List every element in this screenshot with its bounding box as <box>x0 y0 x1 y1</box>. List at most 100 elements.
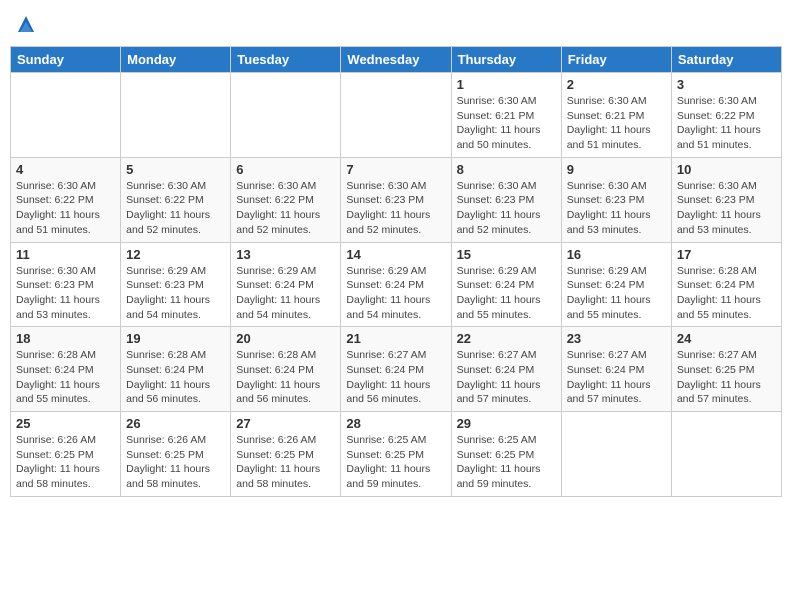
day-number: 7 <box>346 162 445 177</box>
calendar-cell: 6 Sunrise: 6:30 AMSunset: 6:22 PMDaylight… <box>231 157 341 242</box>
calendar-cell <box>671 412 781 497</box>
day-detail: Sunrise: 6:30 AMSunset: 6:23 PMDaylight:… <box>16 264 115 323</box>
day-number: 18 <box>16 331 115 346</box>
day-number: 20 <box>236 331 335 346</box>
calendar-cell <box>231 73 341 158</box>
week-row-4: 18 Sunrise: 6:28 AMSunset: 6:24 PMDayligh… <box>11 327 782 412</box>
day-detail: Sunrise: 6:30 AMSunset: 6:21 PMDaylight:… <box>457 94 556 153</box>
day-detail: Sunrise: 6:30 AMSunset: 6:23 PMDaylight:… <box>346 179 445 238</box>
day-number: 4 <box>16 162 115 177</box>
day-detail: Sunrise: 6:30 AMSunset: 6:23 PMDaylight:… <box>567 179 666 238</box>
day-detail: Sunrise: 6:30 AMSunset: 6:21 PMDaylight:… <box>567 94 666 153</box>
calendar-cell: 14 Sunrise: 6:29 AMSunset: 6:24 PMDayligh… <box>341 242 451 327</box>
calendar-cell: 21 Sunrise: 6:27 AMSunset: 6:24 PMDayligh… <box>341 327 451 412</box>
calendar-cell <box>561 412 671 497</box>
calendar-cell: 2Sunrise: 6:30 AMSunset: 6:21 PMDaylight… <box>561 73 671 158</box>
weekday-header-thursday: Thursday <box>451 47 561 73</box>
calendar-cell: 24 Sunrise: 6:27 AMSunset: 6:25 PMDayligh… <box>671 327 781 412</box>
day-detail: Sunrise: 6:27 AMSunset: 6:24 PMDaylight:… <box>457 348 556 407</box>
day-detail: Sunrise: 6:29 AMSunset: 6:23 PMDaylight:… <box>126 264 225 323</box>
day-number: 28 <box>346 416 445 431</box>
day-detail: Sunrise: 6:30 AMSunset: 6:22 PMDaylight:… <box>677 94 776 153</box>
day-number: 3 <box>677 77 776 92</box>
day-detail: Sunrise: 6:30 AMSunset: 6:22 PMDaylight:… <box>16 179 115 238</box>
day-detail: Sunrise: 6:29 AMSunset: 6:24 PMDaylight:… <box>346 264 445 323</box>
weekday-header-friday: Friday <box>561 47 671 73</box>
day-detail: Sunrise: 6:30 AMSunset: 6:22 PMDaylight:… <box>126 179 225 238</box>
day-detail: Sunrise: 6:30 AMSunset: 6:23 PMDaylight:… <box>457 179 556 238</box>
calendar-cell: 1Sunrise: 6:30 AMSunset: 6:21 PMDaylight… <box>451 73 561 158</box>
calendar-table: SundayMondayTuesdayWednesdayThursdayFrid… <box>10 46 782 497</box>
calendar-cell: 27 Sunrise: 6:26 AMSunset: 6:25 PMDayligh… <box>231 412 341 497</box>
day-number: 25 <box>16 416 115 431</box>
day-detail: Sunrise: 6:26 AMSunset: 6:25 PMDaylight:… <box>16 433 115 492</box>
day-detail: Sunrise: 6:30 AMSunset: 6:22 PMDaylight:… <box>236 179 335 238</box>
calendar-cell: 7 Sunrise: 6:30 AMSunset: 6:23 PMDaylight… <box>341 157 451 242</box>
calendar-cell: 12 Sunrise: 6:29 AMSunset: 6:23 PMDayligh… <box>121 242 231 327</box>
day-detail: Sunrise: 6:28 AMSunset: 6:24 PMDaylight:… <box>677 264 776 323</box>
day-number: 12 <box>126 247 225 262</box>
logo <box>10 10 40 38</box>
calendar-cell: 19 Sunrise: 6:28 AMSunset: 6:24 PMDayligh… <box>121 327 231 412</box>
week-row-2: 4 Sunrise: 6:30 AMSunset: 6:22 PMDaylight… <box>11 157 782 242</box>
calendar-cell: 4 Sunrise: 6:30 AMSunset: 6:22 PMDaylight… <box>11 157 121 242</box>
day-number: 17 <box>677 247 776 262</box>
day-number: 6 <box>236 162 335 177</box>
week-row-1: 1Sunrise: 6:30 AMSunset: 6:21 PMDaylight… <box>11 73 782 158</box>
calendar-cell: 3 Sunrise: 6:30 AMSunset: 6:22 PMDaylight… <box>671 73 781 158</box>
weekday-header-wednesday: Wednesday <box>341 47 451 73</box>
day-number: 24 <box>677 331 776 346</box>
calendar-cell: 23Sunrise: 6:27 AMSunset: 6:24 PMDayligh… <box>561 327 671 412</box>
day-detail: Sunrise: 6:28 AMSunset: 6:24 PMDaylight:… <box>236 348 335 407</box>
day-detail: Sunrise: 6:27 AMSunset: 6:24 PMDaylight:… <box>567 348 666 407</box>
calendar-cell: 20 Sunrise: 6:28 AMSunset: 6:24 PMDayligh… <box>231 327 341 412</box>
calendar-cell: 26 Sunrise: 6:26 AMSunset: 6:25 PMDayligh… <box>121 412 231 497</box>
day-detail: Sunrise: 6:28 AMSunset: 6:24 PMDaylight:… <box>16 348 115 407</box>
day-detail: Sunrise: 6:27 AMSunset: 6:24 PMDaylight:… <box>346 348 445 407</box>
day-number: 5 <box>126 162 225 177</box>
day-detail: Sunrise: 6:28 AMSunset: 6:24 PMDaylight:… <box>126 348 225 407</box>
day-number: 16 <box>567 247 666 262</box>
day-number: 14 <box>346 247 445 262</box>
day-detail: Sunrise: 6:25 AMSunset: 6:25 PMDaylight:… <box>457 433 556 492</box>
calendar-cell: 25 Sunrise: 6:26 AMSunset: 6:25 PMDayligh… <box>11 412 121 497</box>
day-number: 22 <box>457 331 556 346</box>
page-header <box>10 10 782 38</box>
day-detail: Sunrise: 6:26 AMSunset: 6:25 PMDaylight:… <box>236 433 335 492</box>
day-detail: Sunrise: 6:25 AMSunset: 6:25 PMDaylight:… <box>346 433 445 492</box>
day-number: 27 <box>236 416 335 431</box>
calendar-cell: 18 Sunrise: 6:28 AMSunset: 6:24 PMDayligh… <box>11 327 121 412</box>
day-detail: Sunrise: 6:29 AMSunset: 6:24 PMDaylight:… <box>457 264 556 323</box>
calendar-cell <box>341 73 451 158</box>
calendar-cell: 8 Sunrise: 6:30 AMSunset: 6:23 PMDaylight… <box>451 157 561 242</box>
day-number: 21 <box>346 331 445 346</box>
day-number: 19 <box>126 331 225 346</box>
calendar-cell: 9 Sunrise: 6:30 AMSunset: 6:23 PMDaylight… <box>561 157 671 242</box>
calendar-cell: 11 Sunrise: 6:30 AMSunset: 6:23 PMDayligh… <box>11 242 121 327</box>
calendar-cell: 10 Sunrise: 6:30 AMSunset: 6:23 PMDayligh… <box>671 157 781 242</box>
day-number: 8 <box>457 162 556 177</box>
day-number: 11 <box>16 247 115 262</box>
day-detail: Sunrise: 6:29 AMSunset: 6:24 PMDaylight:… <box>236 264 335 323</box>
calendar-cell: 15 Sunrise: 6:29 AMSunset: 6:24 PMDayligh… <box>451 242 561 327</box>
calendar-cell: 13Sunrise: 6:29 AMSunset: 6:24 PMDayligh… <box>231 242 341 327</box>
calendar-cell <box>121 73 231 158</box>
day-detail: Sunrise: 6:27 AMSunset: 6:25 PMDaylight:… <box>677 348 776 407</box>
calendar-cell: 17 Sunrise: 6:28 AMSunset: 6:24 PMDayligh… <box>671 242 781 327</box>
day-detail: Sunrise: 6:30 AMSunset: 6:23 PMDaylight:… <box>677 179 776 238</box>
day-number: 10 <box>677 162 776 177</box>
day-detail: Sunrise: 6:26 AMSunset: 6:25 PMDaylight:… <box>126 433 225 492</box>
day-number: 15 <box>457 247 556 262</box>
calendar-cell: 28 Sunrise: 6:25 AMSunset: 6:25 PMDayligh… <box>341 412 451 497</box>
calendar-cell: 16 Sunrise: 6:29 AMSunset: 6:24 PMDayligh… <box>561 242 671 327</box>
calendar-cell: 5 Sunrise: 6:30 AMSunset: 6:22 PMDaylight… <box>121 157 231 242</box>
day-number: 29 <box>457 416 556 431</box>
week-row-5: 25 Sunrise: 6:26 AMSunset: 6:25 PMDayligh… <box>11 412 782 497</box>
day-number: 9 <box>567 162 666 177</box>
logo-icon <box>16 14 36 34</box>
day-number: 26 <box>126 416 225 431</box>
weekday-header-monday: Monday <box>121 47 231 73</box>
weekday-header-row: SundayMondayTuesdayWednesdayThursdayFrid… <box>11 47 782 73</box>
day-detail: Sunrise: 6:29 AMSunset: 6:24 PMDaylight:… <box>567 264 666 323</box>
weekday-header-sunday: Sunday <box>11 47 121 73</box>
